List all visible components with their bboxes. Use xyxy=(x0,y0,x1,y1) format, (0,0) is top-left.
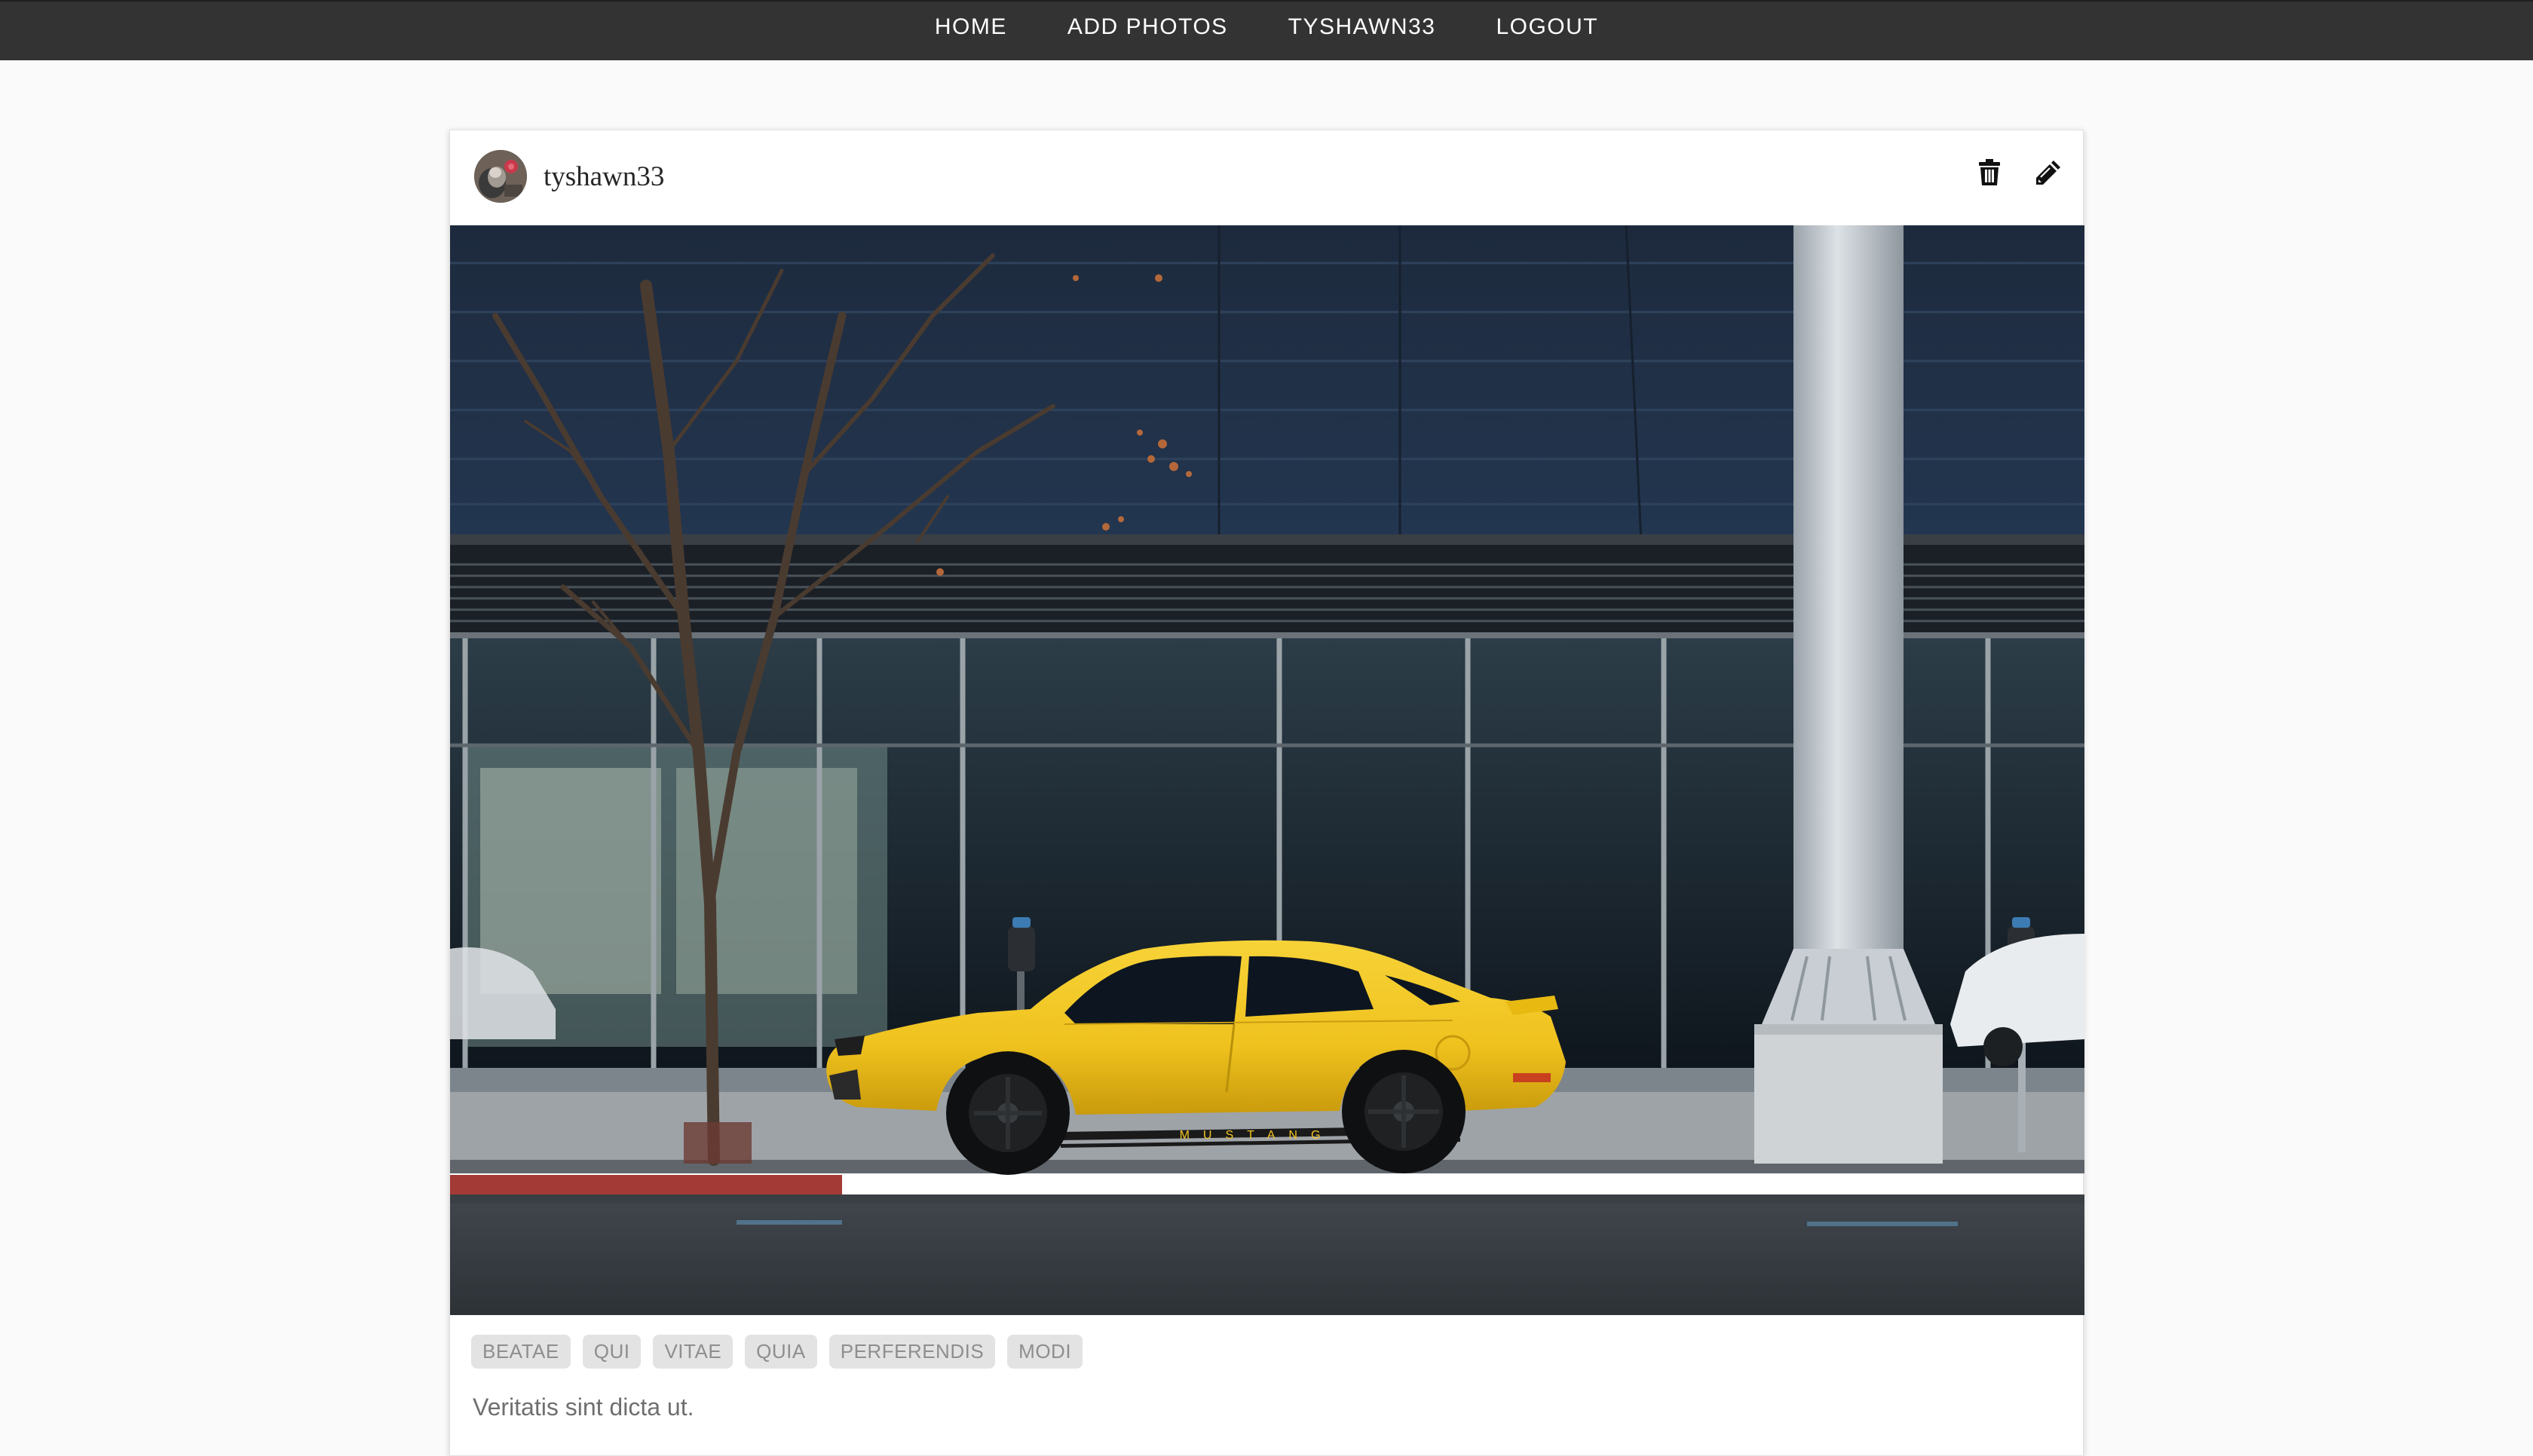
nav-logout-link[interactable]: LOGOUT xyxy=(1496,14,1598,47)
post-username[interactable]: tyshawn33 xyxy=(544,161,664,193)
tag-chip[interactable]: MODI xyxy=(1007,1335,1083,1369)
post-header: tyshawn33 xyxy=(450,130,2083,225)
tag-chip[interactable]: QUI xyxy=(582,1335,642,1369)
mustang-stripe-text: MUSTANG xyxy=(1180,1129,1334,1142)
top-navbar: HOME ADD PHOTOS TYSHAWN33 LOGOUT xyxy=(0,0,2533,60)
tag-chip[interactable]: VITAE xyxy=(653,1335,734,1369)
nav-home-link[interactable]: HOME xyxy=(935,14,1007,47)
delete-post-button[interactable] xyxy=(1971,154,2008,191)
post-caption: Veritatis sint dicta ut. xyxy=(473,1393,694,1421)
tag-chip[interactable]: QUIA xyxy=(745,1335,817,1369)
nav-profile-link[interactable]: TYSHAWN33 xyxy=(1288,14,1436,47)
trash-icon xyxy=(1979,159,2000,185)
yellow-mustang-photo: MUSTANG xyxy=(450,225,2084,1315)
tag-list: BEATAE QUI VITAE QUIA PERFERENDIS MODI xyxy=(471,1335,1083,1369)
user-avatar[interactable] xyxy=(474,150,527,203)
photo-post-card: tyshawn33 MUSTANG BEATAE QUI VITAE QUIA … xyxy=(449,130,2084,1456)
post-photo[interactable]: MUSTANG xyxy=(450,225,2084,1315)
tag-chip[interactable]: PERFERENDIS xyxy=(829,1335,996,1369)
edit-post-button[interactable] xyxy=(2030,154,2066,191)
nav-add-photos-link[interactable]: ADD PHOTOS xyxy=(1067,14,1228,47)
pencil-icon xyxy=(2036,161,2060,185)
tag-chip[interactable]: BEATAE xyxy=(471,1335,571,1369)
